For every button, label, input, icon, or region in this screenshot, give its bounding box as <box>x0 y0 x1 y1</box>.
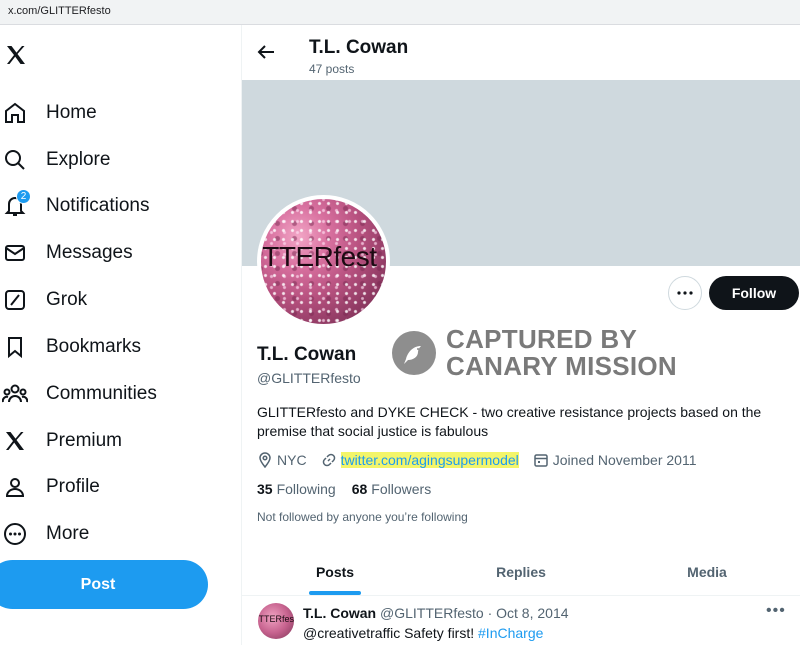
following-link[interactable]: 35 Following <box>257 481 336 497</box>
joined-text: Joined November 2011 <box>552 452 697 468</box>
sidebar-item-label: Premium <box>46 430 123 451</box>
sidebar-item-profile[interactable]: Profile <box>0 467 230 507</box>
tweet-avatar[interactable]: ITTERfest <box>258 603 294 639</box>
profile-avatar[interactable]: ITTERfest <box>257 195 390 328</box>
sidebar-item-label: Grok <box>46 289 88 310</box>
sidebar: Home Explore 2 Notifications Messages Gr… <box>0 25 241 645</box>
tab-posts[interactable]: Posts <box>242 549 428 595</box>
followers-count: 68 <box>351 481 368 497</box>
sidebar-item-label: Home <box>46 102 97 123</box>
website-link[interactable]: twitter.com/agingsupermodel <box>340 452 519 468</box>
link-icon <box>322 453 335 467</box>
avatar-text: ITTERfest <box>257 241 377 272</box>
sidebar-item-more[interactable]: More <box>0 514 230 554</box>
profile-meta: NYC twitter.com/agingsupermodel Joined N… <box>257 450 710 470</box>
sidebar-item-grok[interactable]: Grok <box>0 280 230 320</box>
tab-media[interactable]: Media <box>614 549 800 595</box>
profile-main: T.L. Cowan 47 posts ITTERfest Follow CAP… <box>242 25 800 645</box>
header-name: T.L. Cowan <box>309 37 409 58</box>
envelope-icon <box>0 238 30 268</box>
canary-mission-watermark: CAPTURED BY CANARY MISSION <box>392 323 682 383</box>
location-text: NYC <box>277 452 307 468</box>
header-post-count: 47 posts <box>309 62 355 76</box>
tweet-avatar-text: ITTERfest <box>258 614 294 624</box>
tweet-hashtag[interactable]: #InCharge <box>478 625 543 641</box>
back-arrow-icon[interactable] <box>256 42 276 62</box>
sidebar-item-communities[interactable]: Communities <box>0 374 230 414</box>
location-pin-icon <box>259 452 271 468</box>
sidebar-item-label: Communities <box>46 383 157 404</box>
search-icon <box>0 145 30 175</box>
profile-name: T.L. Cowan <box>257 344 357 365</box>
tweet[interactable]: ITTERfest T.L. Cowan @GLITTERfesto · Oct… <box>242 596 800 645</box>
profile-joined: Joined November 2011 <box>533 452 697 468</box>
tweet-handle-date[interactable]: @GLITTERfesto · Oct 8, 2014 <box>380 605 569 621</box>
grok-icon <box>0 285 30 315</box>
notification-badge: 2 <box>16 189 31 204</box>
post-button[interactable]: Post <box>0 560 208 609</box>
sidebar-item-premium[interactable]: Premium <box>0 421 230 461</box>
tweet-header: T.L. Cowan @GLITTERfesto · Oct 8, 2014 <box>303 605 569 621</box>
sidebar-item-explore[interactable]: Explore <box>0 140 230 180</box>
people-icon <box>0 379 30 409</box>
x-icon <box>0 426 30 456</box>
tab-replies[interactable]: Replies <box>428 549 614 595</box>
bell-icon: 2 <box>0 189 31 221</box>
more-circle-icon <box>0 519 30 549</box>
watermark-line-2: CANARY MISSION <box>446 351 678 381</box>
x-logo-icon[interactable] <box>4 43 28 67</box>
sidebar-item-bookmarks[interactable]: Bookmarks <box>0 327 230 367</box>
profile-location: NYC <box>257 452 307 468</box>
tweet-text: @creativetraffic Safety first! #InCharge <box>303 625 543 641</box>
person-icon <box>0 472 30 502</box>
sidebar-item-label: Messages <box>46 242 133 263</box>
not-followed-notice: Not followed by anyone you’re following <box>257 510 468 524</box>
followers-label: Followers <box>371 481 432 497</box>
sidebar-item-label: Explore <box>46 149 111 170</box>
url-text: x.com/GLITTERfesto <box>8 5 111 17</box>
watermark-line-1: CAPTURED BY <box>446 324 638 354</box>
profile-bio: GLITTERfesto and DYKE CHECK - two creati… <box>257 404 762 439</box>
profile-handle: @GLITTERfesto <box>257 370 361 386</box>
tweet-body-text: @creativetraffic Safety first! <box>303 625 479 641</box>
sidebar-item-notifications[interactable]: 2 Notifications <box>0 186 230 226</box>
profile-tabs: Posts Replies Media <box>242 549 800 596</box>
following-label: Following <box>276 481 336 497</box>
following-count: 35 <box>257 481 273 497</box>
sidebar-item-label: Profile <box>46 476 100 497</box>
profile-header-bar: T.L. Cowan 47 posts <box>242 25 800 80</box>
browser-url-bar[interactable]: x.com/GLITTERfesto <box>0 0 800 25</box>
sidebar-item-label: Bookmarks <box>46 336 142 357</box>
follow-button[interactable]: Follow <box>709 276 799 310</box>
calendar-icon <box>534 454 548 467</box>
sidebar-item-home[interactable]: Home <box>0 93 230 133</box>
profile-stats: 35 Following 68 Followers <box>257 481 447 497</box>
profile-website[interactable]: twitter.com/agingsupermodel <box>321 452 519 468</box>
sidebar-item-messages[interactable]: Messages <box>0 233 230 273</box>
canary-bird-icon <box>392 331 436 375</box>
tweet-more-icon[interactable]: ••• <box>766 602 786 620</box>
bookmark-icon <box>0 332 30 362</box>
ellipsis-icon <box>677 291 693 295</box>
followers-link[interactable]: 68 Followers <box>352 481 431 497</box>
sidebar-item-label: More <box>46 523 90 544</box>
tweet-author-name[interactable]: T.L. Cowan <box>303 605 376 621</box>
more-options-button[interactable] <box>668 276 702 310</box>
home-icon <box>0 98 30 128</box>
sidebar-item-label: Notifications <box>46 195 150 216</box>
